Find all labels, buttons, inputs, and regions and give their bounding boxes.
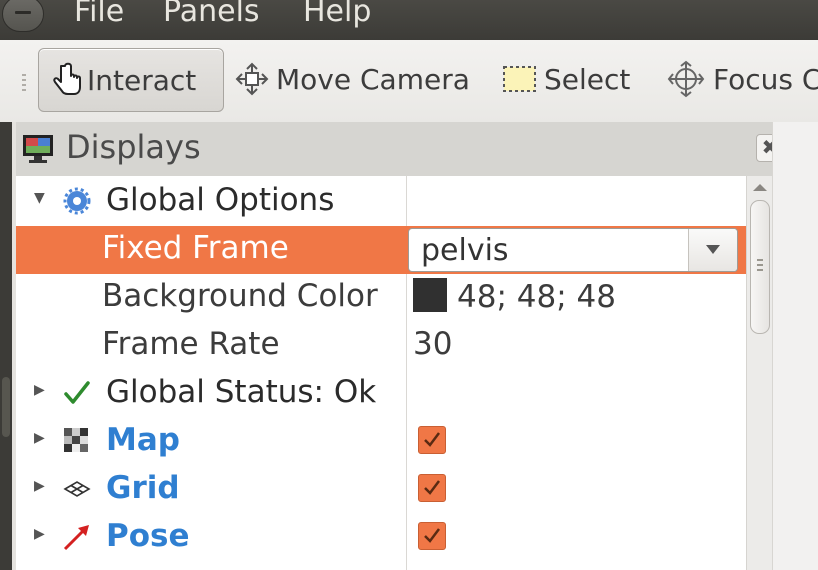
gear-icon	[63, 187, 91, 215]
frame-rate-label: Frame Rate	[102, 326, 280, 362]
interact-tool-button[interactable]: Interact	[38, 48, 224, 112]
expand-arrow-icon[interactable]: ▶	[34, 430, 45, 446]
move-camera-tool-label: Move Camera	[276, 62, 470, 96]
expand-arrow-icon[interactable]: ▶	[34, 478, 45, 494]
tree-row-fixed-frame[interactable]: Fixed Frame pelvis	[16, 226, 746, 274]
menubar: File Panels Help	[0, 0, 818, 40]
checkmark-icon	[64, 381, 90, 404]
hand-pointer-icon	[53, 62, 81, 95]
expand-arrow-icon[interactable]: ▼	[34, 190, 45, 206]
map-display-label: Map	[106, 422, 180, 458]
monitor-icon	[23, 135, 53, 163]
fixed-frame-combobox[interactable]: pelvis	[408, 228, 738, 272]
move-arrows-icon	[235, 62, 269, 96]
select-tool-label: Select	[544, 62, 631, 96]
background-color-label: Background Color	[102, 278, 378, 314]
pose-display-label: Pose	[106, 518, 190, 554]
toolbar-grip-handle[interactable]	[22, 74, 26, 92]
tools-toolbar: Interact Move Camera Select Focus Ca	[0, 40, 818, 123]
tree-row-pose[interactable]: ▶ Pose	[16, 514, 746, 562]
select-tool-button[interactable]: Select	[502, 48, 630, 110]
expand-arrow-icon[interactable]: ▶	[34, 382, 45, 398]
pose-enabled-checkbox[interactable]	[418, 522, 446, 550]
chevron-down-icon[interactable]	[688, 229, 737, 271]
window-menu-button[interactable]	[2, 0, 44, 32]
scrollbar-thumb[interactable]	[750, 200, 770, 334]
tree-row-background-color[interactable]: Background Color 48; 48; 48	[16, 274, 746, 322]
pose-arrow-icon	[63, 525, 89, 551]
crosshair-icon	[667, 60, 705, 98]
interact-tool-label: Interact	[87, 63, 197, 97]
tree-row-map[interactable]: ▶ Map	[16, 418, 746, 466]
frame-rate-value[interactable]: 30	[413, 326, 452, 362]
tree-row-global-status[interactable]: ▶ Global Status: Ok	[16, 370, 746, 418]
left-dock-edge	[0, 122, 12, 570]
expand-arrow-icon[interactable]: ▶	[34, 526, 45, 542]
focus-camera-tool-label: Focus Ca	[713, 62, 818, 96]
map-grid-icon	[64, 428, 88, 452]
fixed-frame-label: Fixed Frame	[102, 230, 289, 266]
displays-scrollbar[interactable]	[746, 176, 773, 570]
menu-panels[interactable]: Panels	[163, 0, 260, 32]
tree-row-global-options[interactable]: ▼ Global Options	[16, 178, 746, 226]
displays-tree: ▼ Global Options Fixed Frame pelvis Back…	[16, 176, 746, 570]
scroll-up-arrow-icon[interactable]	[753, 184, 767, 191]
focus-camera-tool-button[interactable]: Focus Ca	[667, 48, 818, 110]
right-dock-area	[772, 122, 818, 570]
global-options-label: Global Options	[106, 182, 335, 218]
fixed-frame-value[interactable]: pelvis	[421, 233, 509, 268]
grid-display-label: Grid	[106, 470, 180, 506]
tree-row-frame-rate[interactable]: Frame Rate 30	[16, 322, 746, 370]
tree-row-grid[interactable]: ▶ Grid	[16, 466, 746, 514]
move-camera-tool-button[interactable]: Move Camera	[234, 48, 470, 110]
menu-help[interactable]: Help	[303, 0, 371, 32]
global-status-label: Global Status: Ok	[106, 374, 377, 410]
displays-panel-title: Displays	[66, 128, 201, 166]
grid-icon	[63, 481, 91, 497]
background-color-text: 48; 48; 48	[457, 279, 616, 315]
color-swatch[interactable]	[413, 278, 447, 312]
map-enabled-checkbox[interactable]	[418, 426, 446, 454]
menu-file[interactable]: File	[74, 0, 124, 32]
grid-enabled-checkbox[interactable]	[418, 474, 446, 502]
background-color-value[interactable]: 48; 48; 48	[413, 278, 616, 315]
selection-box-icon	[503, 66, 536, 92]
displays-panel-header: Displays ✖	[16, 122, 784, 177]
